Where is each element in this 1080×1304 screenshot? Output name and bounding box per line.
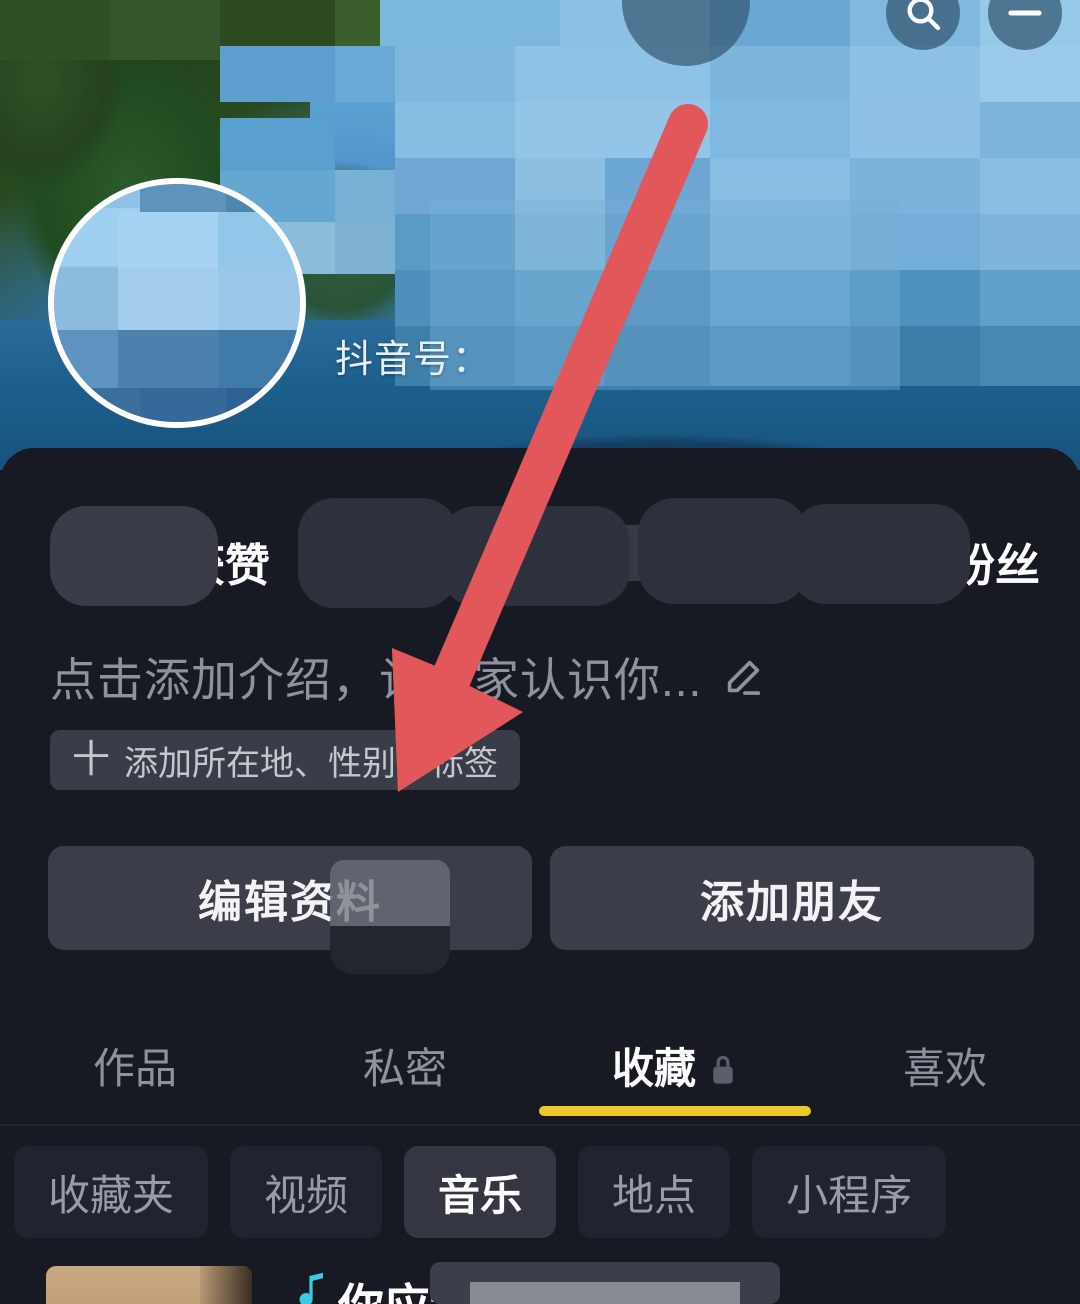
pencil-icon[interactable] [720, 654, 766, 700]
chip-music[interactable]: 音乐 [404, 1146, 557, 1238]
douyin-profile-screen: 抖音号： 获赞 朋友 关注 粉丝 [0, 0, 1080, 1304]
tab-private[interactable]: 私密 [270, 1006, 540, 1124]
edit-profile-button[interactable]: 编辑资料 [48, 846, 532, 950]
tab-liked-label: 喜欢 [902, 1044, 987, 1092]
track-title-censor-bar [470, 1282, 740, 1304]
content-list: 你应该···最快 [0, 1260, 1080, 1304]
profile-actions: 编辑资料 添加朋友 [48, 846, 1034, 950]
chip-miniprograms[interactable]: 小程序 [752, 1146, 947, 1238]
search-icon[interactable] [886, 0, 960, 50]
avatar[interactable] [48, 178, 306, 428]
chip-miniprograms-label: 小程序 [786, 1171, 913, 1219]
chip-videos-label: 视频 [264, 1171, 349, 1219]
add-friends-button[interactable]: 添加朋友 [550, 846, 1034, 950]
stat-censor-1 [50, 506, 218, 606]
music-note-icon [296, 1272, 330, 1304]
tab-works[interactable]: 作品 [0, 1006, 270, 1124]
profile-tabs: 作品 私密 收藏 喜欢 [0, 1006, 1080, 1124]
lock-icon [708, 1048, 738, 1084]
active-tab-underline [539, 1106, 811, 1116]
stat-censor-2 [298, 498, 458, 608]
chip-music-label: 音乐 [438, 1171, 523, 1219]
edit-profile-censor-shadow [330, 926, 450, 974]
tab-favorites[interactable]: 收藏 [539, 1006, 811, 1124]
thumbnail-edge [200, 1266, 252, 1304]
chip-collections-label: 收藏夹 [48, 1171, 175, 1219]
add-friends-label: 添加朋友 [700, 878, 884, 927]
tab-works-label: 作品 [92, 1044, 177, 1092]
tab-private-label: 私密 [362, 1044, 447, 1092]
profile-card: 获赞 朋友 关注 粉丝 点击添加介绍，让大家认识你. [0, 448, 1080, 1304]
stat-censor-3 [440, 506, 630, 606]
tab-liked[interactable]: 喜欢 [810, 1006, 1080, 1124]
cover-action-icons [886, 0, 1062, 50]
tabs-divider [0, 1124, 1080, 1126]
chip-videos[interactable]: 视频 [230, 1146, 383, 1238]
chip-collections[interactable]: 收藏夹 [14, 1146, 209, 1238]
tab-favorites-label: 收藏 [611, 1044, 696, 1092]
chip-locations[interactable]: 地点 [578, 1146, 731, 1238]
douyin-id-censor [430, 200, 900, 390]
bio-placeholder-text: 点击添加介绍，让大家认识你... [50, 654, 703, 706]
track-thumbnail[interactable] [46, 1266, 252, 1304]
filter-chips: 收藏夹 视频 音乐 地点 小程序 [14, 1146, 1074, 1238]
plus-icon: 十 [72, 739, 111, 781]
add-tags-button[interactable]: 十 添加所在地、性别等标签 [50, 730, 521, 790]
douyin-id-label: 抖音号： [335, 339, 492, 381]
stat-censor-5 [790, 504, 970, 604]
menu-icon[interactable] [988, 0, 1062, 50]
profile-cover[interactable]: 抖音号： [0, 0, 1080, 470]
stat-censor-4 [638, 498, 808, 604]
chip-locations-label: 地点 [612, 1171, 697, 1219]
bio-placeholder-row[interactable]: 点击添加介绍，让大家认识你... [50, 644, 766, 710]
add-tags-label: 添加所在地、性别等标签 [124, 744, 499, 783]
